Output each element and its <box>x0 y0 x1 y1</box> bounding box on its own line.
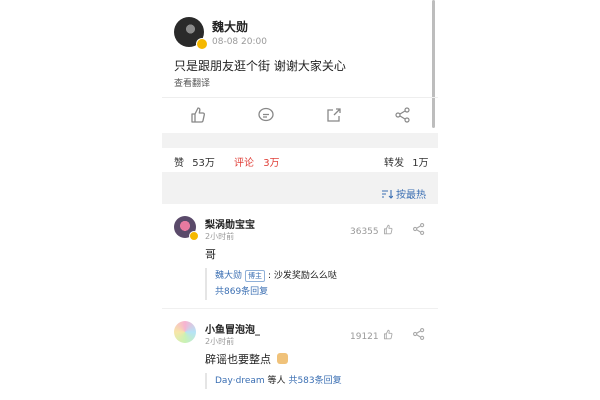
commenter-name[interactable]: 梨涡勋宝宝 <box>205 216 255 231</box>
post-text: 只是跟朋友逛个街 谢谢大家关心 <box>174 59 346 73</box>
post-card: 魏大勋 08-08 20:00 只是跟朋友逛个街 谢谢大家关心 查看翻译 <box>162 0 438 133</box>
comment-likes[interactable]: 36355 <box>350 224 393 237</box>
like-icon[interactable] <box>188 106 206 124</box>
like-icon <box>383 329 392 340</box>
share-icon[interactable] <box>412 222 426 236</box>
sort-icon <box>381 190 394 199</box>
reply-line: 魏大勋 博主: 沙发奖励么么哒 <box>215 268 435 284</box>
reply-others: 等人 <box>267 376 286 386</box>
comment-text: 辟谣也要整点 <box>205 353 271 366</box>
commenter-name[interactable]: 小鱼冒泡泡_ <box>205 321 260 336</box>
comment-icon[interactable] <box>257 106 275 124</box>
likes-value: 53万 <box>192 158 215 169</box>
tab-comments[interactable]: 评论 3万 <box>234 154 280 169</box>
tab-likes[interactable]: 赞 53万 <box>174 154 215 169</box>
verified-badge-icon <box>196 38 208 50</box>
post-author[interactable]: 魏大勋 <box>212 18 248 35</box>
reply-text: : 沙发奖励么么哒 <box>268 271 337 281</box>
comment-likes[interactable]: 19121 <box>350 329 393 342</box>
sort-button[interactable]: 按最热 <box>381 186 426 201</box>
likes-label: 赞 <box>174 158 184 169</box>
comment-like-count: 19121 <box>350 332 379 342</box>
comment-text: 哥 <box>205 248 216 261</box>
more-replies-link[interactable]: 共869条回复 <box>215 284 435 300</box>
share-icon[interactable] <box>394 106 412 124</box>
comments-value: 3万 <box>263 158 280 169</box>
reposts-label: 转发 <box>384 158 404 169</box>
reply-preview[interactable]: Day·dream 等人 共583条回复 <box>205 373 435 389</box>
commenter-avatar[interactable] <box>174 321 196 343</box>
share-icon[interactable] <box>412 327 426 341</box>
reply-author[interactable]: Day·dream <box>215 376 265 386</box>
reply-line: Day·dream 等人 共583条回复 <box>215 373 435 389</box>
repost-icon[interactable] <box>325 106 343 124</box>
more-replies-link[interactable]: 共583条回复 <box>288 376 341 386</box>
reply-preview[interactable]: 魏大勋 博主: 沙发奖励么么哒 共869条回复 <box>205 268 435 300</box>
comment-like-count: 36355 <box>350 227 379 237</box>
post-actions <box>162 97 438 132</box>
weibo-post-screen: 魏大勋 08-08 20:00 只是跟朋友逛个街 谢谢大家关心 查看翻译 赞 5… <box>162 0 438 400</box>
translate-link[interactable]: 查看翻译 <box>174 76 210 89</box>
emoji-sticker-icon <box>276 353 288 364</box>
comment-item: 小鱼冒泡泡_ 2小时前 19121 辟谣也要整点 Day·dream 等人 共5… <box>162 308 438 389</box>
stats-bar: 赞 53万 评论 3万 转发 1万 <box>162 148 438 172</box>
comment-time: 2小时前 <box>205 337 235 346</box>
like-icon <box>383 224 392 235</box>
verified-badge-icon <box>189 231 199 241</box>
tab-reposts[interactable]: 转发 1万 <box>384 154 429 169</box>
sort-label: 按最热 <box>396 190 426 201</box>
comments-label: 评论 <box>234 158 254 169</box>
comment-list: 梨涡勋宝宝 2小时前 36355 哥 魏大勋 博主: 沙发奖励么么哒 共869条回… <box>162 204 438 400</box>
comment-time: 2小时前 <box>205 232 235 241</box>
author-tag: 博主 <box>245 269 266 282</box>
post-time: 08-08 20:00 <box>212 37 267 47</box>
reply-author[interactable]: 魏大勋 <box>215 271 242 281</box>
reposts-value: 1万 <box>412 158 429 169</box>
sort-bar: 按最热 <box>162 184 438 204</box>
comment-text-row: 辟谣也要整点 <box>205 351 288 367</box>
